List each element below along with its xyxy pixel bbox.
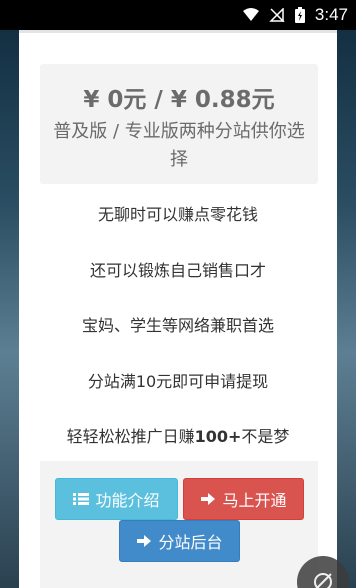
content-card: ¥ 0元 / ¥ 0.88元 普及版 / 专业版两种分站供你选择 无聊时可以赚点… [19,30,337,588]
feature-item: 宝妈、学生等网络兼职首选 [81,316,274,335]
feature-item: 无聊时可以赚点零花钱 [97,205,258,224]
no-signal-icon [269,8,285,22]
wifi-icon [242,8,259,21]
pricing-box: ¥ 0元 / ¥ 0.88元 普及版 / 专业版两种分站供你选择 [40,64,318,184]
feature-item: 还可以锻炼自己销售口才 [89,261,266,280]
substation-backend-button[interactable]: 分站后台 [119,520,240,562]
pricing-description: 普及版 / 专业版两种分站供你选择 [53,121,305,170]
status-bar: 3:47 [0,0,356,30]
arrow-right-circle-icon [137,535,152,547]
arrow-right-circle-icon [201,493,216,505]
substation-backend-button-label: 分站后台 [158,535,223,552]
open-now-button-label: 马上开通 [222,493,287,510]
open-now-button[interactable]: 马上开通 [183,478,304,520]
battery-charging-icon [294,7,305,23]
feature-item: 分站满10元即可申请提现 [87,372,269,391]
tool-icon [314,573,332,588]
intro-button-label: 功能介绍 [95,493,160,510]
feature-highlight: 100+ [194,427,242,446]
list-icon [73,493,90,505]
action-panel: 功能介绍 马上开通 分站后台 [40,461,318,588]
feature-prefix: 轻轻松松推广日赚 [66,427,195,446]
intro-button[interactable]: 功能介绍 [55,478,178,520]
feature-suffix: 不是梦 [241,427,290,446]
feature-item-highlight: 轻轻松松推广日赚100+不是梦 [19,423,337,447]
status-time: 3:47 [314,5,348,24]
price-text: ¥ 0元 / ¥ 0.88元 [83,87,275,113]
